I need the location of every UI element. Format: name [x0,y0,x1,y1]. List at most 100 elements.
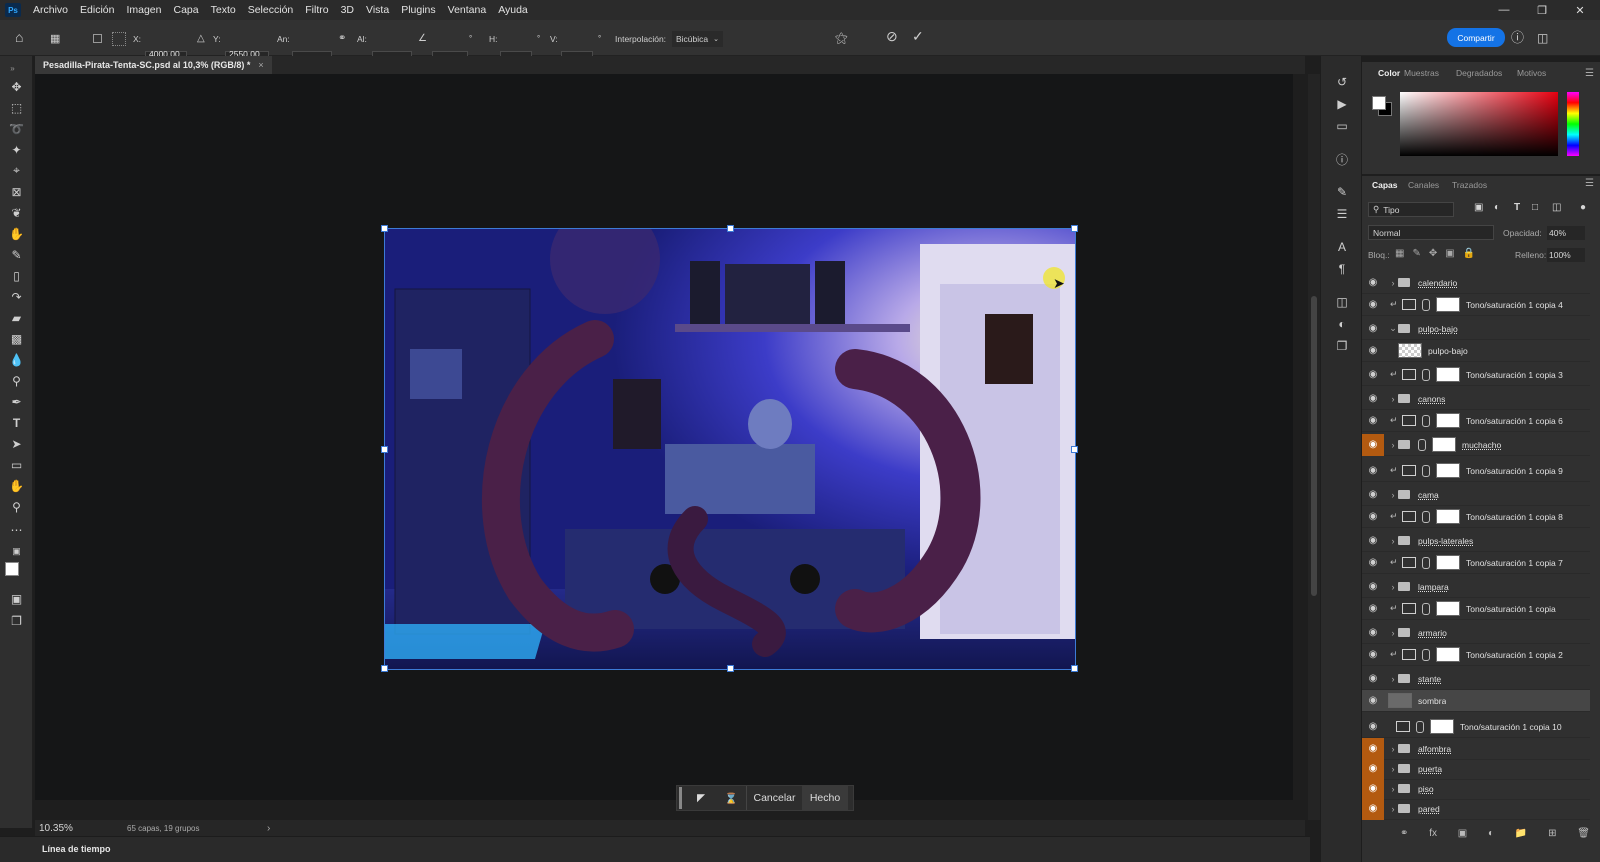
filter-toggle-icon[interactable]: ● [1580,202,1586,213]
mask-link-icon[interactable] [1418,438,1426,451]
reference-point-icon[interactable]: ▦ [50,31,60,46]
layer-row[interactable]: ◉ ↵ Tono/saturación 1 copia 2 [1362,644,1590,666]
hue-saturation-adjustment-icon[interactable] [1402,603,1416,614]
layer-row[interactable]: ◉ ↵ Tono/saturación 1 copia 3 [1362,364,1590,386]
history-brush-tool-icon[interactable]: ↷ [8,288,25,305]
menu-item-3[interactable]: Capa [168,4,205,16]
visibility-eye-icon[interactable]: ◉ [1362,388,1384,410]
blend-mode-select[interactable]: Normal [1368,225,1494,240]
visibility-eye-icon[interactable]: ◉ [1362,272,1384,294]
screen-mode-icon[interactable]: ❐ [8,612,25,629]
eyedropper-tool-icon[interactable]: ❦ [8,204,25,221]
layer-mask-thumbnail[interactable] [1436,555,1460,570]
comments-icon[interactable]: ▭ [1333,118,1351,134]
visibility-eye-icon[interactable]: ◉ [1362,433,1384,456]
expand-chevron-icon[interactable]: › [1388,628,1398,638]
opacity-field[interactable]: 40% [1547,226,1585,240]
timeline-tab[interactable]: Línea de tiempo [42,844,111,854]
marquee-tool-icon[interactable]: ⬚ [8,99,25,116]
hue-saturation-adjustment-icon[interactable] [1402,649,1416,660]
collapse-icon[interactable]: » [4,60,21,77]
link-ratio-icon[interactable]: ⚭ [338,31,346,46]
visibility-eye-icon[interactable]: ◉ [1362,622,1384,644]
layer-row[interactable]: ◉ › piso [1362,777,1590,800]
lasso-tool-icon[interactable]: ➰ [8,120,25,137]
restore-icon[interactable]: ❐ [1524,0,1560,20]
layer-row[interactable]: ◉ › pulps-laterales [1362,530,1590,552]
magic-wand-tool-icon[interactable]: ✦ [8,141,25,158]
panel-tab-1[interactable]: Canales [1408,180,1439,190]
mask-link-icon[interactable] [1416,720,1424,733]
hue-saturation-adjustment-icon[interactable] [1402,511,1416,522]
visibility-eye-icon[interactable]: ◉ [1362,410,1384,432]
hue-saturation-adjustment-icon[interactable] [1402,299,1416,310]
zoom-tool-icon[interactable]: ⚲ [8,498,25,515]
menu-item-11[interactable]: Ayuda [492,4,534,16]
vertical-scrollbar[interactable] [1308,74,1320,820]
commit-transform-icon[interactable]: ✓ [912,28,924,44]
visibility-eye-icon[interactable]: ◉ [1362,506,1384,528]
layer-row[interactable]: ◉ Tono/saturación 1 copia 10 [1362,716,1590,738]
mask-link-icon[interactable] [1422,648,1430,661]
layer-row[interactable]: ◉ › puerta [1362,757,1590,780]
hue-slider[interactable] [1567,92,1579,156]
panel-tab-2[interactable]: Degradados [1456,68,1502,78]
move-tool-icon[interactable]: ✥ [8,78,25,95]
layer-thumbnail[interactable] [1398,343,1422,358]
layer-comps-icon[interactable]: ❐ [1333,338,1351,354]
healing-brush-tool-icon[interactable]: ✋ [8,225,25,242]
layer-row[interactable]: ◉ › alfombra [1362,737,1590,760]
filter-pixel-icon[interactable]: ▣ [1474,202,1483,213]
filter-smart-object-icon[interactable]: ◫ [1552,202,1561,213]
status-arrow-icon[interactable]: › [267,823,270,834]
expand-chevron-icon[interactable]: › [1388,394,1398,404]
layer-mask-thumbnail[interactable] [1436,509,1460,524]
visibility-eye-icon[interactable]: ◉ [1362,737,1384,760]
panel-tab-2[interactable]: Trazados [1452,180,1487,190]
visibility-eye-icon[interactable]: ◉ [1362,576,1384,598]
layer-row[interactable]: ◉ ↵ Tono/saturación 1 copia 6 [1362,410,1590,432]
layer-row[interactable]: ◉ ↵ Tono/saturación 1 copia 8 [1362,506,1590,528]
transform-handle-top-left[interactable] [381,225,388,232]
transform-handle-top[interactable] [727,225,734,232]
layer-row[interactable]: ◉ › stante [1362,668,1590,690]
hue-saturation-adjustment-icon[interactable] [1396,721,1410,732]
panel-tab-0[interactable]: Color [1378,68,1400,78]
stamp-tool-icon[interactable]: ▯ [8,267,25,284]
character-icon[interactable]: A [1333,239,1351,255]
layer-mask-thumbnail[interactable] [1436,463,1460,478]
filter-adjustment-icon[interactable]: ◐ [1494,202,1500,213]
properties-icon[interactable]: ◐ [1333,316,1351,332]
mask-link-icon[interactable] [1422,602,1430,615]
info-icon[interactable]: ⓘ [1333,151,1351,167]
expand-chevron-icon[interactable]: › [1388,784,1398,794]
transform-handle-right[interactable] [1071,446,1078,453]
transform-bounding-box[interactable] [381,225,1078,672]
menu-item-6[interactable]: Filtro [299,4,334,16]
filter-type-icon[interactable]: T [1514,202,1520,213]
quick-mask-icon[interactable]: ▣ [8,590,25,607]
zoom-level[interactable]: 10.35% [39,823,109,834]
mask-link-icon[interactable] [1422,368,1430,381]
layer-thumbnail[interactable] [1388,693,1412,708]
add-mask-icon[interactable]: ▣ [1458,828,1467,839]
visibility-eye-icon[interactable]: ◉ [1362,484,1384,506]
layer-mask-thumbnail[interactable] [1432,437,1456,452]
libraries-icon[interactable]: ◫ [1333,294,1351,310]
visibility-eye-icon[interactable]: ◉ [1362,460,1384,482]
flip-horizontal-icon[interactable]: ◤ [686,786,716,810]
layer-row[interactable]: ◉ › muchacho [1362,433,1590,456]
panel-tab-3[interactable]: Motivos [1517,68,1546,78]
visibility-eye-icon[interactable]: ◉ [1362,716,1384,738]
visibility-eye-icon[interactable]: ◉ [1362,644,1384,666]
visibility-eye-icon[interactable]: ◉ [1362,668,1384,690]
layer-row[interactable]: ◉ ↵ Tono/saturación 1 copia 4 [1362,294,1590,316]
flip-vertical-icon[interactable]: ⌛ [716,786,746,810]
layer-row[interactable]: ◉ › pared [1362,797,1590,820]
menu-item-4[interactable]: Texto [205,4,242,16]
eraser-tool-icon[interactable]: ▰ [8,309,25,326]
visibility-eye-icon[interactable]: ◉ [1362,318,1384,340]
panel-tab-0[interactable]: Capas [1372,180,1398,190]
more-tools-icon[interactable]: ⋯ [8,521,25,538]
visibility-eye-icon[interactable]: ◉ [1362,294,1384,316]
